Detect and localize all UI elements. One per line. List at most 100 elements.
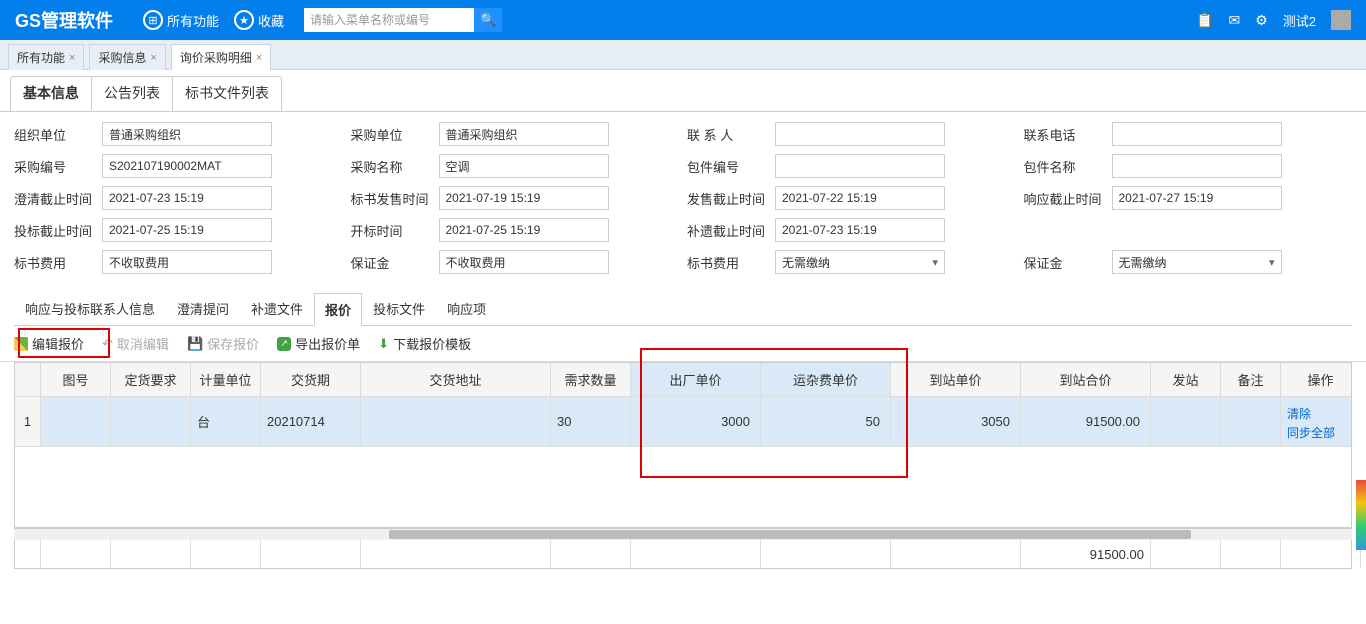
- label-bid-fee2: 标书费用: [687, 253, 767, 272]
- col-delivery: 交货期: [261, 363, 361, 397]
- field-org-unit[interactable]: 普通采购组织: [102, 122, 272, 146]
- tab-quote[interactable]: 报价: [314, 293, 362, 326]
- col-address: 交货地址: [361, 363, 551, 397]
- tab-announcement-list[interactable]: 公告列表: [92, 77, 173, 111]
- link-sync-all[interactable]: 同步全部: [1287, 424, 1335, 441]
- cell-delivery[interactable]: 20210714: [261, 397, 361, 447]
- close-icon[interactable]: ×: [69, 52, 75, 64]
- save-quote-button[interactable]: 💾保存报价: [187, 334, 259, 353]
- field-bid-sale-time[interactable]: 2021-07-19 15:19: [439, 186, 609, 210]
- tab-bid-file-list[interactable]: 标书文件列表: [173, 77, 281, 111]
- field-bid-deadline[interactable]: 2021-07-25 15:19: [102, 218, 272, 242]
- favorites-link[interactable]: ★ 收藏: [234, 10, 284, 30]
- search-button[interactable]: 🔍: [474, 8, 502, 32]
- tab-all-functions[interactable]: 所有功能×: [8, 44, 84, 70]
- grid-footer: 91500.00: [14, 540, 1352, 569]
- cancel-edit-button[interactable]: ↶取消编辑: [102, 334, 169, 353]
- label-deposit: 保证金: [351, 253, 431, 272]
- label-purchase-name: 采购名称: [351, 157, 431, 176]
- side-color-bar: [1356, 480, 1366, 550]
- field-purchase-name[interactable]: 空调: [439, 154, 609, 178]
- export-quote-button[interactable]: ↗导出报价单: [277, 334, 360, 353]
- close-icon[interactable]: ×: [150, 52, 156, 64]
- cell-idx: 1: [15, 397, 41, 447]
- col-remark: 备注: [1221, 363, 1281, 397]
- field-purchase-no[interactable]: S202107190002MAT: [102, 154, 272, 178]
- cell-factory-price[interactable]: 3000: [631, 397, 761, 447]
- label-clarify-deadline: 澄清截止时间: [14, 189, 94, 208]
- header-right: 📋 ✉ ⚙ 测试2: [1196, 10, 1351, 30]
- label-contact: 联 系 人: [687, 125, 767, 144]
- user-name[interactable]: 测试2: [1283, 11, 1316, 30]
- cell-address[interactable]: [361, 397, 551, 447]
- close-icon[interactable]: ×: [256, 52, 262, 64]
- field-response-deadline[interactable]: 2021-07-27 15:19: [1112, 186, 1282, 210]
- all-functions-label: 所有功能: [167, 11, 219, 30]
- field-package-name[interactable]: [1112, 154, 1282, 178]
- cell-arrive-total[interactable]: 91500.00: [1021, 397, 1151, 447]
- all-functions-link[interactable]: ⊞ 所有功能: [143, 10, 219, 30]
- col-misc-price: 运杂费单价: [761, 363, 891, 397]
- avatar[interactable]: [1331, 10, 1351, 30]
- tab-basic-info[interactable]: 基本信息: [11, 77, 92, 111]
- quote-toolbar: 编辑报价 ↶取消编辑 💾保存报价 ↗导出报价单 ⬇下载报价模板: [0, 326, 1366, 362]
- field-phone[interactable]: [1112, 122, 1282, 146]
- tab-clarify[interactable]: 澄清提问: [166, 292, 240, 325]
- select-deposit2[interactable]: 无需缴纳: [1112, 250, 1282, 274]
- detail-tabs: 响应与投标联系人信息 澄清提问 补遗文件 报价 投标文件 响应项: [14, 292, 1352, 326]
- col-rownum: [15, 363, 41, 397]
- notepad-icon[interactable]: 📋: [1196, 12, 1213, 29]
- cell-misc-price[interactable]: 50: [761, 397, 891, 447]
- label-org-unit: 组织单位: [14, 125, 94, 144]
- grid-horizontal-scrollbar[interactable]: [14, 528, 1352, 540]
- field-package-no[interactable]: [775, 154, 945, 178]
- tab-bid-file[interactable]: 投标文件: [362, 292, 436, 325]
- cell-drawing[interactable]: [41, 397, 111, 447]
- select-bid-fee2[interactable]: 无需缴纳: [775, 250, 945, 274]
- label-open-time: 开标时间: [351, 221, 431, 240]
- col-unit: 计量单位: [191, 363, 261, 397]
- label-bid-fee: 标书费用: [14, 253, 94, 272]
- page-tabs: 所有功能× 采购信息× 询价采购明细×: [0, 40, 1366, 70]
- label-purchase-no: 采购编号: [14, 157, 94, 176]
- tab-response-item[interactable]: 响应项: [436, 292, 497, 325]
- label-package-name: 包件名称: [1024, 157, 1104, 176]
- favorites-label: 收藏: [258, 11, 284, 30]
- label-bid-deadline: 投标截止时间: [14, 221, 94, 240]
- tab-supplement[interactable]: 补遗文件: [240, 292, 314, 325]
- cell-arrive-price[interactable]: 3050: [891, 397, 1021, 447]
- tab-inquiry-detail[interactable]: 询价采购明细×: [171, 44, 271, 70]
- tab-purchase-info[interactable]: 采购信息×: [89, 44, 165, 70]
- field-purchase-unit[interactable]: 普通采购组织: [439, 122, 609, 146]
- cell-qty[interactable]: 30: [551, 397, 631, 447]
- form-area: 组织单位 普通采购组织 采购单位 普通采购组织 联 系 人 联系电话 采购编号 …: [0, 112, 1366, 284]
- download-template-button[interactable]: ⬇下载报价模板: [378, 334, 471, 353]
- edit-quote-button[interactable]: 编辑报价: [14, 334, 84, 353]
- cell-order-req[interactable]: [111, 397, 191, 447]
- scroll-thumb[interactable]: [389, 530, 1192, 539]
- field-sale-deadline[interactable]: 2021-07-22 15:19: [775, 186, 945, 210]
- quote-grid: 图号 定货要求 计量单位 交货期 交货地址 需求数量 出厂单价 运杂费单价 到站…: [14, 362, 1352, 528]
- gear-icon[interactable]: ⚙: [1255, 12, 1268, 29]
- field-contact[interactable]: [775, 122, 945, 146]
- cell-ops: 清除 同步全部: [1281, 397, 1352, 447]
- field-clarify-deadline[interactable]: 2021-07-23 15:19: [102, 186, 272, 210]
- field-bid-fee[interactable]: 不收取费用: [102, 250, 272, 274]
- label-purchase-unit: 采购单位: [351, 125, 431, 144]
- label-bid-sale-time: 标书发售时间: [351, 189, 431, 208]
- tab-response-contact[interactable]: 响应与投标联系人信息: [14, 292, 166, 325]
- link-clear[interactable]: 清除: [1287, 405, 1311, 422]
- cell-station[interactable]: [1151, 397, 1221, 447]
- cell-remark[interactable]: [1221, 397, 1281, 447]
- mail-icon[interactable]: ✉: [1228, 12, 1240, 29]
- search-input[interactable]: [304, 8, 474, 32]
- field-deposit[interactable]: 不收取费用: [439, 250, 609, 274]
- sub-tab-bar: 基本信息 公告列表 标书文件列表: [0, 70, 1366, 112]
- label-package-no: 包件编号: [687, 157, 767, 176]
- field-open-time[interactable]: 2021-07-25 15:19: [439, 218, 609, 242]
- grid-icon: ⊞: [143, 10, 163, 30]
- cell-unit[interactable]: 台: [191, 397, 261, 447]
- col-drawing: 图号: [41, 363, 111, 397]
- field-supplement-deadline[interactable]: 2021-07-23 15:19: [775, 218, 945, 242]
- star-icon: ★: [234, 10, 254, 30]
